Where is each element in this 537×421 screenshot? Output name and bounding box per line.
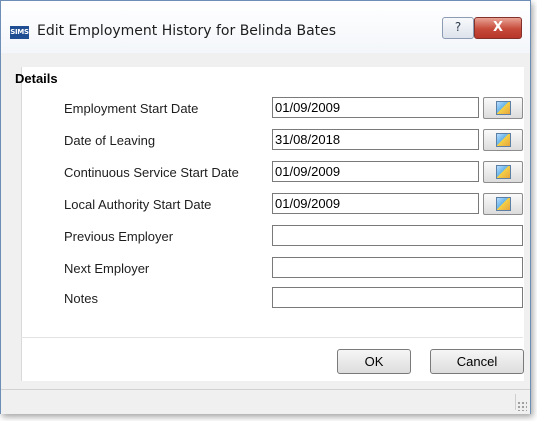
- resize-grip-icon[interactable]: [517, 401, 527, 411]
- local-authority-start-date-calendar-button[interactable]: [483, 193, 523, 215]
- divider: [21, 337, 523, 338]
- close-button[interactable]: X: [474, 17, 522, 39]
- continuous-service-start-date-calendar-button[interactable]: [483, 161, 523, 183]
- calendar-icon: [496, 101, 511, 115]
- employment-start-date-label: Employment Start Date: [64, 101, 199, 116]
- employment-start-date-input[interactable]: 01/09/2009: [272, 97, 479, 118]
- calendar-icon: [496, 165, 511, 179]
- notes-input[interactable]: [272, 287, 523, 308]
- calendar-icon: [496, 133, 511, 147]
- next-employer-input[interactable]: [272, 257, 523, 278]
- local-authority-start-date-label: Local Authority Start Date: [64, 197, 212, 212]
- calendar-icon: [496, 197, 511, 211]
- close-icon: X: [492, 20, 504, 35]
- help-button[interactable]: ?: [442, 17, 474, 39]
- date-of-leaving-calendar-button[interactable]: [483, 129, 523, 151]
- cancel-button[interactable]: Cancel: [430, 349, 524, 374]
- status-bar: [1, 389, 530, 414]
- notes-label: Notes: [64, 291, 98, 306]
- employment-start-date-calendar-button[interactable]: [483, 97, 523, 119]
- continuous-service-start-date-input[interactable]: 01/09/2009: [272, 161, 479, 182]
- sims-app-icon: SIMS: [10, 26, 29, 39]
- title-bar[interactable]: SIMS Edit Employment History for Belinda…: [1, 1, 530, 53]
- window-title: Edit Employment History for Belinda Bate…: [37, 23, 337, 39]
- next-employer-label: Next Employer: [64, 261, 150, 276]
- help-icon: ?: [454, 20, 462, 34]
- date-of-leaving-input[interactable]: 31/08/2018: [272, 129, 479, 150]
- section-title-details: Details: [15, 71, 58, 86]
- local-authority-start-date-input[interactable]: 01/09/2009: [272, 193, 479, 214]
- ok-button[interactable]: OK: [337, 349, 411, 374]
- dialog-window: SIMS Edit Employment History for Belinda…: [0, 0, 531, 414]
- date-of-leaving-label: Date of Leaving: [64, 133, 156, 148]
- previous-employer-label: Previous Employer: [64, 229, 174, 244]
- previous-employer-input[interactable]: [272, 225, 523, 246]
- status-separator: [515, 394, 516, 410]
- continuous-service-start-date-label: Continuous Service Start Date: [64, 165, 239, 180]
